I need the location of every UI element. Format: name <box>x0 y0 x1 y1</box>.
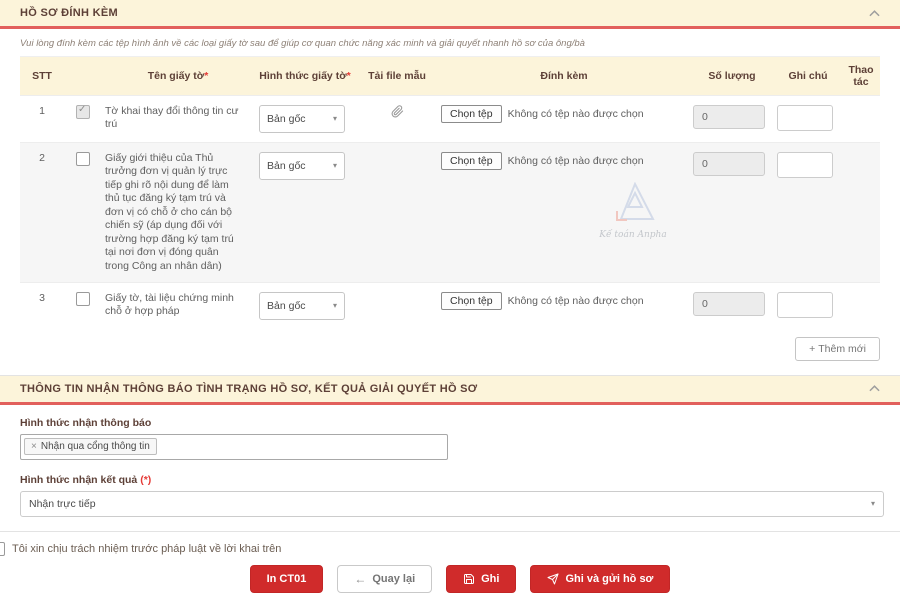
notification-section-header[interactable]: THÔNG TIN NHẬN THÔNG BÁO TÌNH TRẠNG HỒ S… <box>0 376 900 405</box>
save-and-send-button[interactable]: Ghi và gửi hồ sơ <box>530 565 670 593</box>
attachments-section-title: HỒ SƠ ĐÍNH KÈM <box>20 7 118 19</box>
paper-plane-icon <box>547 573 559 585</box>
result-method-label: Hình thức nhận kết quả (*) <box>20 474 880 486</box>
declaration-text: Tôi xin chịu trách nhiệm trước pháp luật… <box>12 543 281 555</box>
col-header-attach: Đính kèm <box>438 57 690 96</box>
notify-method-multiselect[interactable]: × Nhận qua cổng thông tin <box>20 434 448 460</box>
doc-type-select[interactable]: Bản gốc ▾ <box>259 292 345 320</box>
doc-name: Giấy tờ, tài liệu chứng minh chỗ ở hợp p… <box>102 282 254 329</box>
arrow-left-icon: ← <box>354 572 366 586</box>
chevron-down-icon: ▾ <box>871 500 875 508</box>
choose-file-button[interactable]: Chọn tệp <box>441 105 502 123</box>
attachments-table: STT Tên giấy tờ* Hình thức giấy tờ* Tải … <box>20 56 880 329</box>
result-method-select[interactable]: Nhận trực tiếp ▾ <box>20 491 884 517</box>
quantity-input <box>693 292 765 316</box>
doc-type-select[interactable]: Bản gốc ▾ <box>259 105 345 133</box>
col-header-quantity: Số lượng <box>690 57 774 96</box>
note-input[interactable] <box>777 152 833 178</box>
attachments-section-header[interactable]: HỒ SƠ ĐÍNH KÈM <box>0 0 900 29</box>
note-input[interactable] <box>777 105 833 131</box>
no-file-chosen-text: Không có tệp nào được chọn <box>508 108 644 120</box>
declaration-checkbox[interactable] <box>0 542 5 556</box>
footer-divider <box>0 531 900 532</box>
col-header-sample-file: Tải file mẫu <box>356 57 438 96</box>
table-header-row: STT Tên giấy tờ* Hình thức giấy tờ* Tải … <box>20 57 880 96</box>
col-header-doc-name: Tên giấy tờ* <box>102 57 254 96</box>
chevron-down-icon: ▾ <box>333 162 337 170</box>
col-header-stt: STT <box>20 57 64 96</box>
notification-section-title: THÔNG TIN NHẬN THÔNG BÁO TÌNH TRẠNG HỒ S… <box>20 383 477 395</box>
form-page: HỒ SƠ ĐÍNH KÈM Vui lòng đính kèm các tệp… <box>0 0 900 596</box>
table-row: 1 Tờ khai thay đổi thông tin cư trú Bản … <box>20 96 880 143</box>
note-input[interactable] <box>777 292 833 318</box>
col-header-checkbox <box>64 57 102 96</box>
add-new-button[interactable]: +Thêm mới <box>795 337 880 361</box>
quantity-input <box>693 152 765 176</box>
remove-tag-icon[interactable]: × <box>31 441 37 452</box>
actions-cell <box>842 96 880 143</box>
no-file-chosen-text: Không có tệp nào được chọn <box>508 155 644 167</box>
required-asterisk: * <box>204 70 208 82</box>
row-checkbox[interactable] <box>76 292 90 306</box>
plus-icon: + <box>809 343 815 355</box>
actions-cell <box>842 282 880 329</box>
save-button[interactable]: Ghi <box>446 565 516 593</box>
row-index: 3 <box>20 282 64 329</box>
actions-cell <box>842 143 880 283</box>
chevron-down-icon: ▾ <box>333 302 337 310</box>
row-index: 1 <box>20 96 64 143</box>
selected-tag: × Nhận qua cổng thông tin <box>24 438 157 455</box>
table-row: 2 Giấy giới thiệu của Thủ trưởng đơn vị … <box>20 143 880 283</box>
declaration-row: Tôi xin chịu trách nhiệm trước pháp luật… <box>0 542 900 556</box>
notify-method-label: Hình thức nhận thông báo <box>20 417 880 429</box>
chevron-up-icon[interactable] <box>869 10 880 17</box>
required-mark: (*) <box>140 474 151 486</box>
col-header-actions: Thao tác <box>842 57 880 96</box>
choose-file-button[interactable]: Chọn tệp <box>441 292 502 310</box>
chevron-up-icon[interactable] <box>869 385 880 392</box>
row-checkbox[interactable] <box>76 105 90 119</box>
col-header-doc-type: Hình thức giấy tờ* <box>254 57 356 96</box>
action-buttons: In CT01 ← Quay lại Ghi Ghi và gửi hồ sơ <box>0 565 900 593</box>
print-ct01-button[interactable]: In CT01 <box>250 565 324 593</box>
doc-type-select[interactable]: Bản gốc ▾ <box>259 152 345 180</box>
row-index: 2 <box>20 143 64 283</box>
table-row: 3 Giấy tờ, tài liệu chứng minh chỗ ở hợp… <box>20 282 880 329</box>
row-checkbox[interactable] <box>76 152 90 166</box>
choose-file-button[interactable]: Chọn tệp <box>441 152 502 170</box>
no-file-chosen-text: Không có tệp nào được chọn <box>508 295 644 307</box>
doc-name: Tờ khai thay đổi thông tin cư trú <box>102 96 254 143</box>
back-button[interactable]: ← Quay lại <box>337 565 432 593</box>
attachments-note: Vui lòng đính kèm các tệp hình ảnh về cá… <box>20 38 880 49</box>
chevron-down-icon: ▾ <box>333 115 337 123</box>
quantity-input <box>693 105 765 129</box>
col-header-note: Ghi chú <box>774 57 842 96</box>
paperclip-icon[interactable] <box>391 105 404 118</box>
doc-name: Giấy giới thiệu của Thủ trưởng đơn vị qu… <box>102 143 254 283</box>
floppy-save-icon <box>463 573 475 585</box>
required-asterisk: * <box>347 70 351 82</box>
